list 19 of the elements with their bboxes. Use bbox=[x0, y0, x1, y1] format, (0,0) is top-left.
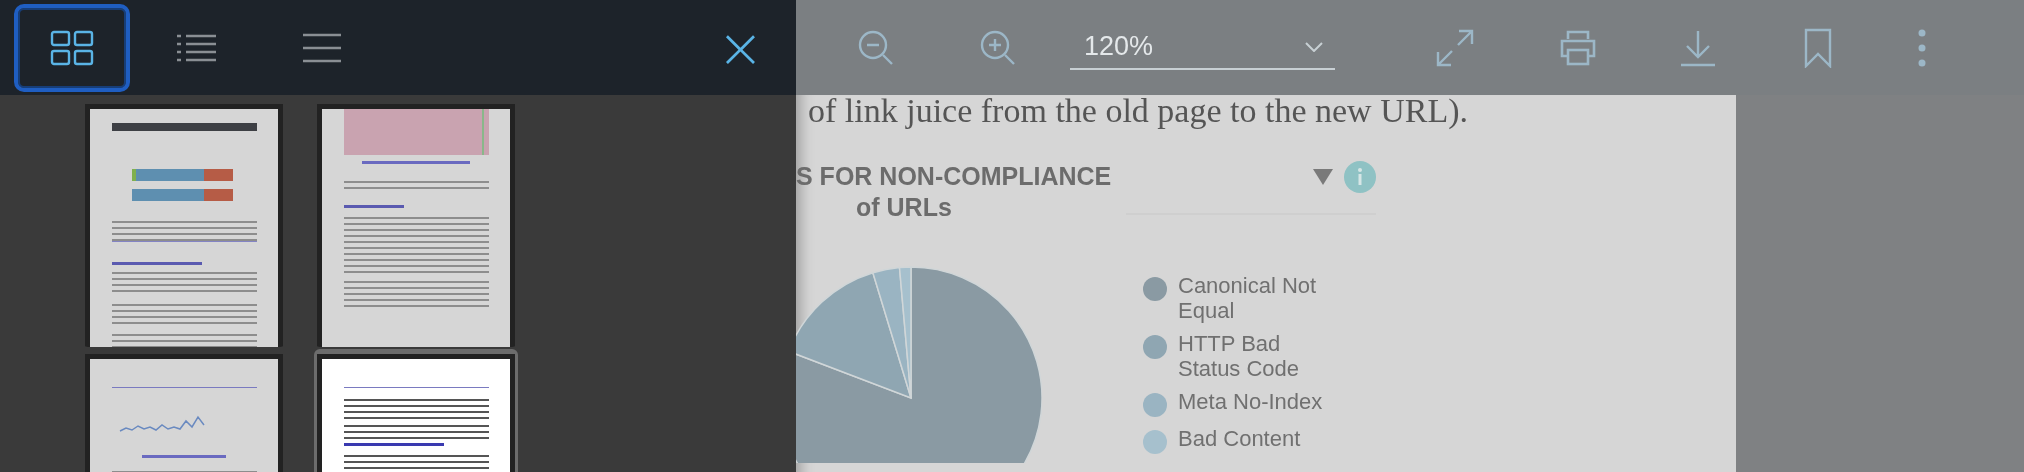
list-icon bbox=[175, 32, 217, 63]
legend-dot bbox=[1142, 334, 1168, 360]
dropdown-triangle-icon[interactable] bbox=[1312, 168, 1334, 186]
legend-dot bbox=[1142, 392, 1168, 418]
chevron-down-icon bbox=[1305, 41, 1323, 52]
lines-icon bbox=[302, 32, 342, 63]
thumbnail-view-button[interactable] bbox=[14, 3, 130, 92]
chart-title: of URLs bbox=[856, 192, 953, 223]
legend-label: HTTP Bad Status Code bbox=[1178, 331, 1301, 381]
info-icon[interactable] bbox=[1344, 161, 1376, 193]
grid-icon bbox=[50, 29, 94, 66]
legend-label: Canonical Not Equal bbox=[1178, 273, 1318, 323]
legend-label: Bad Content bbox=[1178, 426, 1302, 451]
legend-label: Meta No-Index bbox=[1178, 389, 1324, 414]
body-text: of link juice from the old page to the new URL). bbox=[808, 95, 1469, 131]
legend-dot bbox=[1142, 276, 1168, 302]
chart-title: S FOR NON-COMPLIANCE bbox=[796, 161, 1113, 192]
close-button[interactable]: × bbox=[713, 19, 768, 76]
legend-dot bbox=[1142, 429, 1168, 455]
